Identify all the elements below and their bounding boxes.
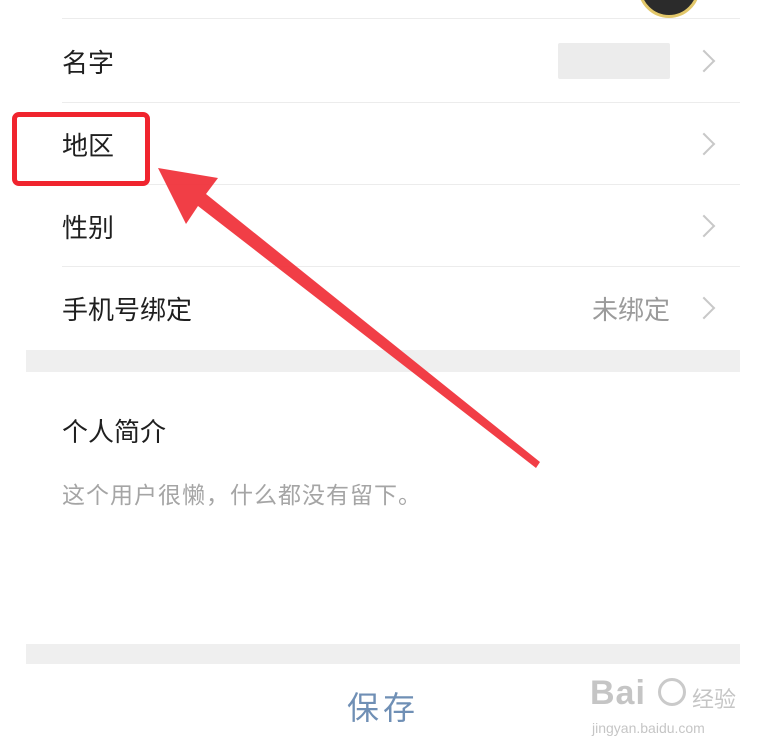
watermark: Bai 经验 jingyan.baidu.com: [588, 674, 738, 746]
watermark-url: jingyan.baidu.com: [592, 720, 705, 736]
watermark-suffix: 经验: [692, 688, 737, 713]
paw-icon: [658, 678, 686, 706]
watermark-brand: Bai: [590, 674, 646, 712]
annotation-arrow-icon: [158, 168, 540, 468]
